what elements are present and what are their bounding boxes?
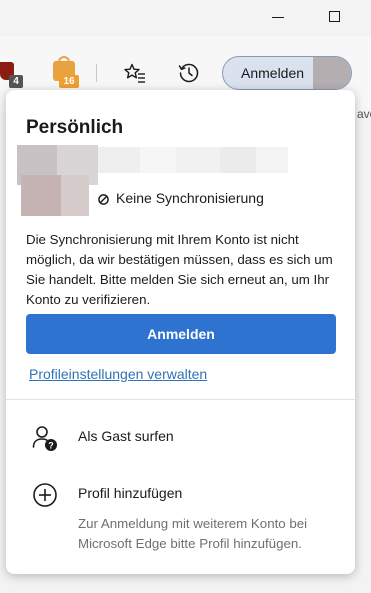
sync-status: Keine Synchronisierung [116,190,264,206]
title-bar [0,0,371,36]
profile-heading: Persönlich [26,117,124,138]
add-profile-description: Zur Anmeldung mit weiterem Konto bei Mic… [78,516,308,551]
profile-signin-label: Anmelden [241,65,305,81]
browse-as-guest-item[interactable]: ? Als Gast surfen [6,414,355,458]
add-circle-icon [33,483,57,507]
manage-profile-settings-link[interactable]: Profileinstellungen verwalten [29,366,207,382]
profile-flyout: Persönlich Keine Synchronisierung Die Sy… [6,90,355,574]
svg-text:?: ? [48,441,54,451]
cut-off-toolbar-text: avo [357,107,371,121]
signin-button[interactable]: Anmelden [26,314,336,354]
history-icon[interactable] [177,61,201,85]
sync-off-icon [98,194,109,205]
toolbar-divider [96,64,97,82]
profile-signin-button[interactable]: Anmelden [222,56,352,90]
toolbar-avatar [313,57,351,89]
favorites-icon[interactable] [123,61,147,85]
shopping-badge: 16 [59,75,79,88]
divider [6,399,355,400]
guest-icon: ? [32,426,57,451]
sync-error-message: Die Synchronisierung mit Ihrem Konto ist… [26,232,333,307]
maximize-icon[interactable] [329,11,340,22]
minimize-icon[interactable] [272,17,284,18]
ublock-badge: 4 [9,75,23,88]
add-profile-item[interactable]: Profil hinzufügen [6,471,355,515]
add-profile-label: Profil hinzufügen [78,485,183,501]
guest-label: Als Gast surfen [78,428,174,444]
